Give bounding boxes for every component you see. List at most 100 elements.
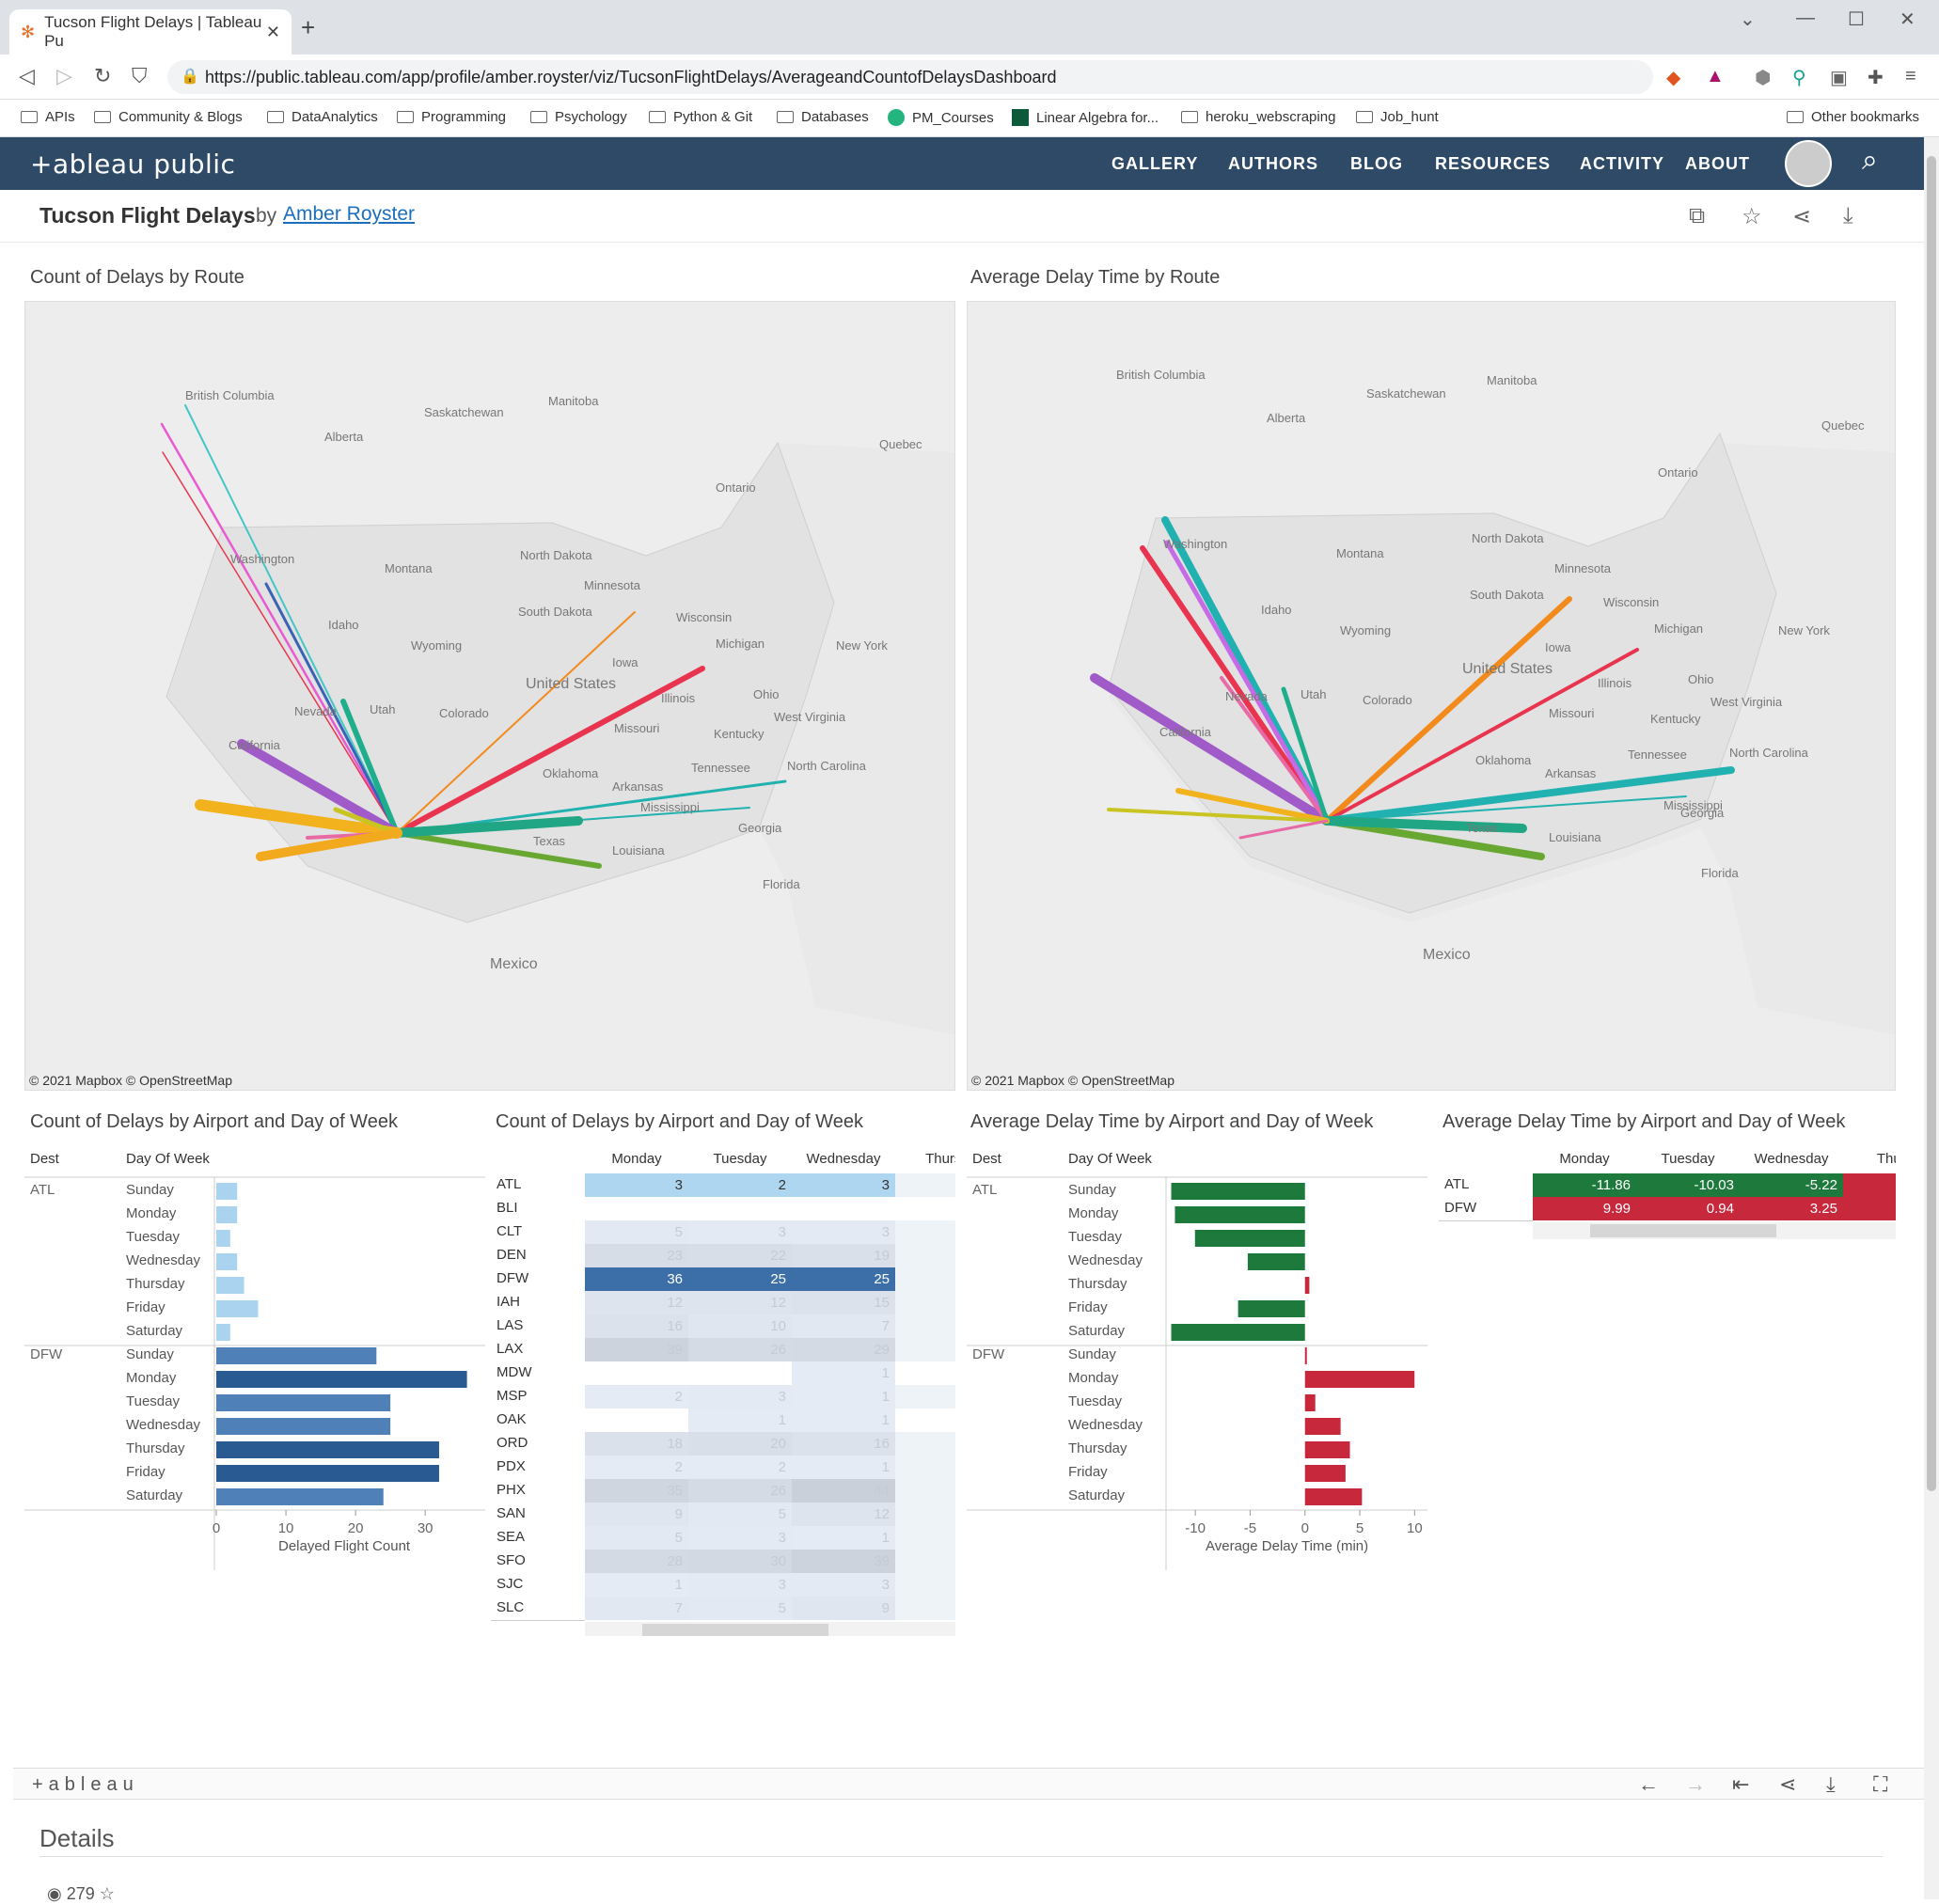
table-cell[interactable]: 9	[585, 1503, 688, 1526]
avg-delay-bar-chart[interactable]: Dest Day Of Week ATL Sunday Monday Tuesday W…	[967, 1147, 1427, 1570]
bar[interactable]	[1304, 1371, 1415, 1388]
bar[interactable]	[1304, 1277, 1310, 1294]
table-cell[interactable]	[895, 1456, 955, 1479]
menu-icon[interactable]: ≡	[1905, 66, 1916, 87]
bar[interactable]	[216, 1230, 230, 1247]
bookmark-item[interactable]: APIs	[21, 109, 75, 125]
table-cell[interactable]: 23	[585, 1244, 688, 1267]
table-cell[interactable]	[895, 1408, 955, 1432]
table-cell[interactable]: 12	[792, 1503, 895, 1526]
bar[interactable]	[216, 1300, 259, 1317]
bar[interactable]	[216, 1253, 238, 1270]
bookmark-item[interactable]: Linear Algebra for...	[1012, 109, 1159, 126]
table-cell[interactable]: 3	[792, 1220, 895, 1244]
table-cell[interactable]: 3	[792, 1573, 895, 1597]
table-cell[interactable]: 1	[585, 1573, 688, 1597]
bookmark-item[interactable]: Community & Blogs	[94, 109, 243, 125]
table-cell[interactable]	[895, 1526, 955, 1550]
bookmark-icon[interactable]: ⛉	[132, 64, 148, 88]
table-cell[interactable]	[895, 1385, 955, 1408]
nav-gallery[interactable]: GALLERY	[1111, 154, 1198, 174]
table-cell[interactable]	[895, 1432, 955, 1456]
bar[interactable]	[1174, 1206, 1305, 1223]
new-tab-icon[interactable]: +	[301, 13, 315, 42]
extension-shield-icon[interactable]: ⬢	[1755, 66, 1771, 89]
bar[interactable]	[1304, 1488, 1363, 1505]
bar[interactable]	[1171, 1324, 1305, 1341]
scrollbar-thumb[interactable]	[1927, 156, 1936, 1491]
table-cell[interactable]: 25	[792, 1267, 895, 1291]
table-cell[interactable]: 3	[585, 1173, 688, 1197]
table-cell[interactable]: 2	[688, 1173, 792, 1197]
table-cell[interactable]	[585, 1408, 688, 1432]
reload-icon[interactable]: ↻	[94, 64, 111, 88]
bar[interactable]	[1237, 1300, 1305, 1317]
nav-blog[interactable]: BLOG	[1350, 154, 1403, 174]
table-cell[interactable]	[895, 1597, 955, 1620]
favorite-star-icon[interactable]: ☆	[1742, 203, 1762, 230]
bar[interactable]	[1247, 1253, 1305, 1270]
table-cell[interactable]	[585, 1197, 688, 1220]
table-cell[interactable]: 9	[792, 1597, 895, 1620]
nav-authors[interactable]: AUTHORS	[1228, 154, 1318, 174]
extension-box-icon[interactable]: ▣	[1830, 66, 1848, 89]
bar[interactable]	[1194, 1230, 1305, 1247]
table-cell[interactable]: 16	[585, 1314, 688, 1338]
table-cell[interactable]	[895, 1173, 955, 1197]
table-cell[interactable]: 20	[688, 1432, 792, 1456]
table-cell[interactable]	[895, 1220, 955, 1244]
map-attribution[interactable]: © 2021 Mapbox © OpenStreetMap	[29, 1073, 232, 1088]
bookmark-item[interactable]: Job_hunt	[1356, 109, 1439, 125]
copy-icon[interactable]: ⧉	[1689, 203, 1705, 229]
revert-icon[interactable]: ⇤	[1732, 1772, 1749, 1797]
table-cell[interactable]	[895, 1314, 955, 1338]
bookmark-item[interactable]: PM_Courses	[888, 109, 994, 126]
search-icon[interactable]: ⌕	[1862, 145, 1878, 177]
bookmark-item[interactable]: heroku_webscraping	[1181, 109, 1335, 125]
scrollbar-thumb[interactable]	[1589, 1224, 1776, 1237]
avatar[interactable]	[1785, 140, 1832, 187]
count-delays-route-map[interactable]: British Columbia Alberta Saskatchewan Ma…	[24, 301, 955, 1091]
page-scrollbar[interactable]	[1924, 137, 1939, 1899]
table-cell[interactable]: 29	[792, 1338, 895, 1361]
table-cell[interactable]: 2	[585, 1456, 688, 1479]
bookmark-item[interactable]: Python & Git	[649, 109, 752, 125]
table-cell[interactable]: 9.99	[1533, 1197, 1636, 1220]
tableau-footer-logo[interactable]: +ableau	[32, 1774, 139, 1796]
scrollbar-thumb[interactable]	[641, 1624, 828, 1636]
browser-tab[interactable]: ✻ Tucson Flight Delays | Tableau Pu ✕	[9, 9, 292, 55]
table-cell[interactable]: 3.25	[1740, 1197, 1843, 1220]
table-cell[interactable]: 3	[688, 1385, 792, 1408]
table-cell[interactable]: 3	[688, 1573, 792, 1597]
table-cell[interactable]: -5.22	[1740, 1173, 1843, 1197]
undo-icon[interactable]: ←	[1638, 1772, 1659, 1797]
author-link[interactable]: Amber Royster	[283, 203, 415, 226]
table-cell[interactable]: 7	[585, 1597, 688, 1620]
bar[interactable]	[216, 1183, 238, 1200]
bar[interactable]	[216, 1347, 377, 1364]
table-cell[interactable]: 1	[792, 1361, 895, 1385]
bar[interactable]	[216, 1277, 244, 1294]
table-cell[interactable]: 5	[585, 1220, 688, 1244]
download-icon[interactable]: ⤓	[1843, 203, 1853, 229]
table-cell[interactable]: 30	[688, 1550, 792, 1573]
table-cell[interactable]: 3	[792, 1173, 895, 1197]
bar[interactable]	[216, 1371, 467, 1388]
extension-key-icon[interactable]: ⚲	[1792, 66, 1806, 89]
bar[interactable]	[1304, 1418, 1341, 1435]
horizontal-scrollbar[interactable]	[585, 1622, 955, 1636]
nav-about[interactable]: ABOUT	[1685, 154, 1750, 174]
bookmark-item[interactable]: Databases	[777, 109, 869, 125]
table-cell[interactable]	[895, 1479, 955, 1503]
table-cell[interactable]: 5	[688, 1597, 792, 1620]
avg-delay-route-map[interactable]: British Columbia Alberta Saskatchewan Ma…	[967, 301, 1896, 1091]
table-cell[interactable]: 15	[792, 1291, 895, 1314]
table-cell[interactable]	[895, 1291, 955, 1314]
table-cell[interactable]	[895, 1244, 955, 1267]
table-cell[interactable]: 5	[585, 1526, 688, 1550]
table-cell[interactable]	[792, 1197, 895, 1220]
table-cell[interactable]: 7	[792, 1314, 895, 1338]
table-cell[interactable]	[1843, 1173, 1896, 1197]
table-cell[interactable]	[585, 1361, 688, 1385]
table-cell[interactable]: 1	[792, 1408, 895, 1432]
